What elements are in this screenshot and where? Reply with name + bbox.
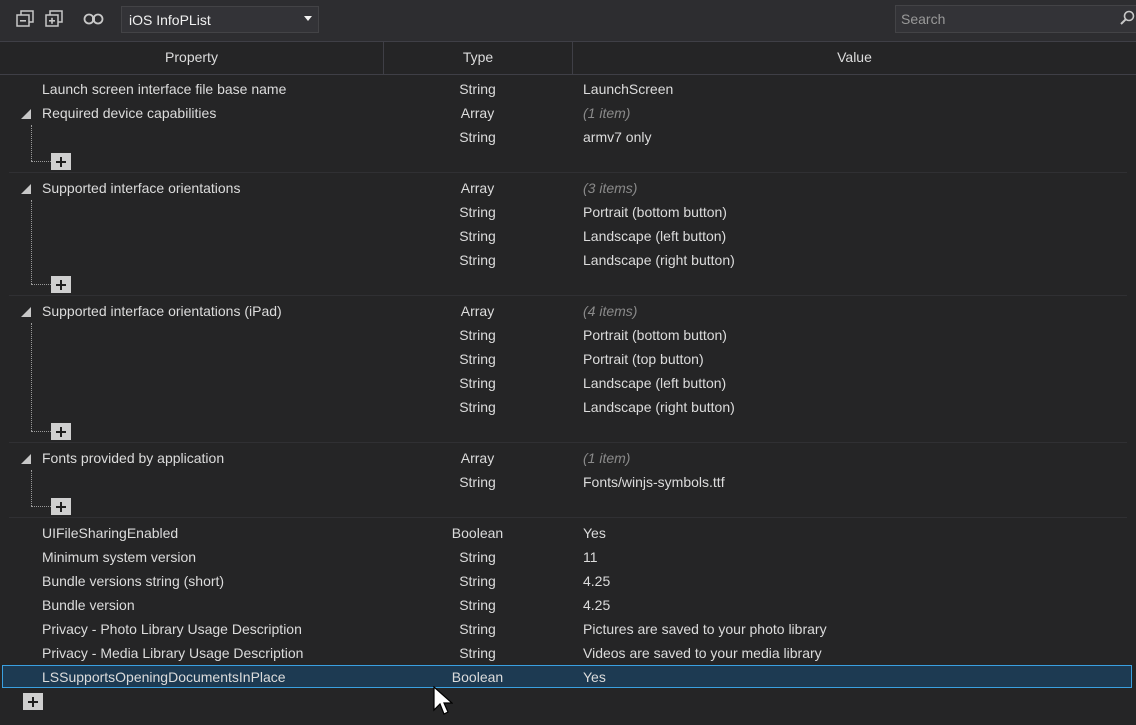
property-value[interactable]: Landscape (right button) (583, 248, 735, 272)
property-value[interactable]: Landscape (left button) (583, 371, 726, 395)
property-type[interactable]: String (383, 77, 572, 101)
property-name[interactable]: Privacy - Media Library Usage Descriptio… (42, 641, 303, 665)
toolbar: iOS InfoPList (0, 0, 1136, 42)
chevron-down-icon (304, 16, 312, 21)
property-type[interactable]: String (383, 200, 572, 224)
property-name[interactable]: Privacy - Photo Library Usage Descriptio… (42, 617, 302, 641)
collapse-all-icon[interactable] (15, 10, 35, 28)
property-name[interactable]: Supported interface orientations (42, 176, 240, 200)
group-separator (9, 442, 1127, 443)
array-item-count: (1 item) (583, 105, 631, 121)
tree-connector (31, 200, 32, 284)
column-header-property[interactable]: Property (0, 41, 384, 75)
property-name[interactable]: Minimum system version (42, 545, 196, 569)
property-type[interactable]: String (383, 395, 572, 419)
property-value[interactable]: Landscape (right button) (583, 395, 735, 419)
property-name[interactable]: Supported interface orientations (iPad) (42, 299, 282, 323)
property-type[interactable]: String (383, 323, 572, 347)
array-item-count: (3 items) (583, 180, 638, 196)
property-value[interactable]: LaunchScreen (583, 77, 673, 101)
tree-connector (31, 323, 32, 431)
tree-connector (31, 470, 32, 506)
property-name[interactable]: Bundle versions string (short) (42, 569, 224, 593)
property-name[interactable]: Launch screen interface file base name (42, 77, 286, 101)
property-type[interactable]: String (383, 641, 572, 665)
add-item-button[interactable] (51, 153, 71, 170)
property-type[interactable]: String (383, 371, 572, 395)
collapse-triangle-icon[interactable] (21, 454, 31, 464)
group-separator (9, 172, 1127, 173)
property-value[interactable]: Portrait (bottom button) (583, 200, 727, 224)
plist-type-dropdown-value: iOS InfoPList (129, 12, 211, 28)
property-type[interactable]: String (383, 593, 572, 617)
collapse-triangle-icon[interactable] (21, 307, 31, 317)
array-item-count: (4 items) (583, 303, 638, 319)
search-icon[interactable] (1120, 10, 1136, 29)
property-value[interactable]: Fonts/winjs-symbols.ttf (583, 470, 725, 494)
collapse-triangle-icon[interactable] (21, 109, 31, 119)
property-type[interactable]: String (383, 617, 572, 641)
add-item-button[interactable] (51, 276, 71, 293)
property-type[interactable]: String (383, 347, 572, 371)
group-separator (9, 517, 1127, 518)
property-value[interactable]: Yes (583, 665, 606, 689)
property-type[interactable]: String (383, 569, 572, 593)
add-item-button[interactable] (51, 498, 71, 515)
property-name[interactable]: UIFileSharingEnabled (42, 521, 178, 545)
property-type[interactable]: Array (383, 176, 572, 200)
property-type[interactable]: Boolean (383, 521, 572, 545)
array-item-count: (1 item) (583, 450, 631, 466)
property-value[interactable]: Landscape (left button) (583, 224, 726, 248)
tree-connector (31, 431, 51, 432)
expand-all-icon[interactable] (44, 10, 64, 28)
property-type[interactable]: Boolean (383, 665, 572, 689)
property-value[interactable]: Portrait (bottom button) (583, 323, 727, 347)
tree-connector (31, 506, 51, 507)
property-name[interactable]: Required device capabilities (42, 101, 216, 125)
property-type[interactable]: String (383, 125, 572, 149)
property-name[interactable]: Bundle version (42, 593, 135, 617)
add-item-button[interactable] (51, 423, 71, 440)
property-value[interactable]: 4.25 (583, 593, 610, 617)
property-type[interactable]: String (383, 248, 572, 272)
property-type[interactable]: String (383, 470, 572, 494)
tree-connector (31, 161, 51, 162)
property-value[interactable]: Portrait (top button) (583, 347, 704, 371)
property-value[interactable]: Videos are saved to your media library (583, 641, 822, 665)
property-type[interactable]: Array (383, 101, 572, 125)
property-value[interactable]: Pictures are saved to your photo library (583, 617, 827, 641)
property-value[interactable]: 11 (583, 545, 598, 569)
entitlements-icon[interactable] (83, 10, 104, 28)
property-type[interactable]: String (383, 545, 572, 569)
property-value[interactable]: 4.25 (583, 569, 610, 593)
column-header-type[interactable]: Type (384, 41, 573, 75)
property-name[interactable]: Fonts provided by application (42, 446, 224, 470)
property-type[interactable]: Array (383, 299, 572, 323)
search-input[interactable] (895, 5, 1136, 33)
add-property-button[interactable] (23, 693, 43, 710)
tree-connector (31, 125, 32, 161)
group-separator (9, 295, 1127, 296)
mouse-pointer-icon (433, 685, 454, 719)
property-name[interactable]: LSSupportsOpeningDocumentsInPlace (42, 665, 286, 689)
column-header-value[interactable]: Value (573, 41, 1136, 75)
property-type[interactable]: String (383, 224, 572, 248)
property-value[interactable]: Yes (583, 521, 606, 545)
plist-type-dropdown[interactable]: iOS InfoPList (121, 6, 319, 33)
tree-connector (31, 284, 51, 285)
collapse-triangle-icon[interactable] (21, 184, 31, 194)
property-value[interactable]: armv7 only (583, 125, 651, 149)
property-type[interactable]: Array (383, 446, 572, 470)
